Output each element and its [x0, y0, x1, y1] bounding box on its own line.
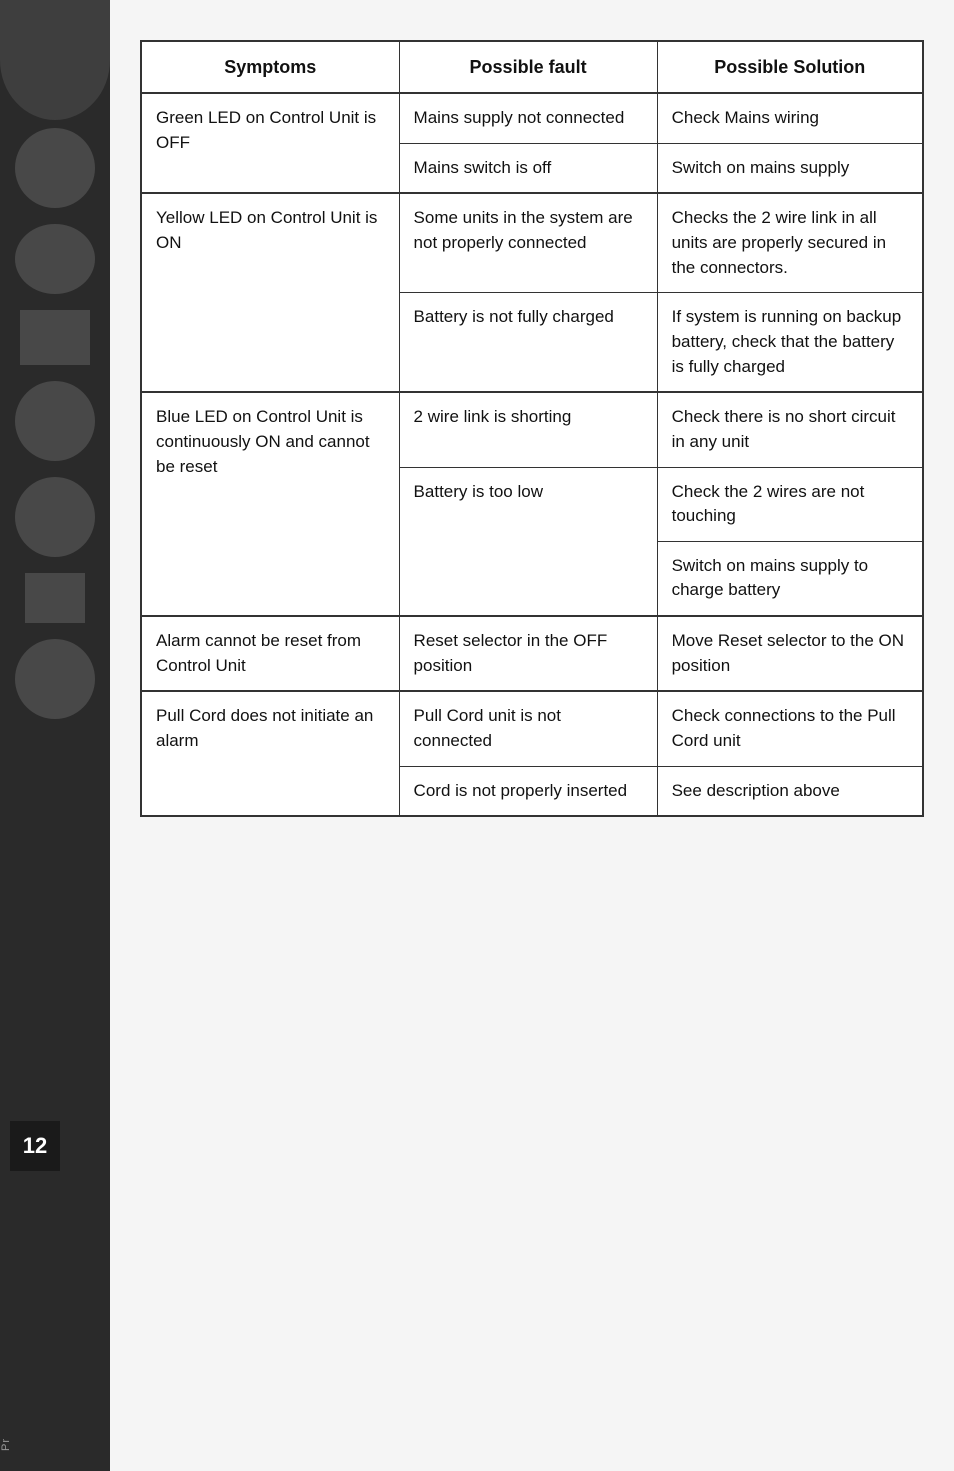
table-row: Pull Cord does not initiate an alarm Pul… — [141, 691, 923, 766]
solution-check-mains: Check Mains wiring — [657, 93, 923, 143]
table-header-row: Symptoms Possible fault Possible Solutio… — [141, 41, 923, 93]
fault-wire-shorting: 2 wire link is shorting — [399, 392, 657, 467]
solution-wires-not-touching: Check the 2 wires are not touching — [657, 467, 923, 541]
header-solution: Possible Solution — [657, 41, 923, 93]
fault-units-not-connected: Some units in the system are not properl… — [399, 193, 657, 292]
table-row: Blue LED on Control Unit is continuously… — [141, 392, 923, 467]
page-number: 12 — [10, 1121, 60, 1171]
sidebar-decoration — [0, 0, 110, 1471]
main-content: Symptoms Possible fault Possible Solutio… — [110, 0, 954, 1471]
fault-mains-not-connected: Mains supply not connected — [399, 93, 657, 143]
sidebar: 12 Pr — [0, 0, 110, 1471]
solution-switch-mains: Switch on mains supply — [657, 143, 923, 193]
sidebar-text: Pr — [0, 1438, 12, 1451]
fault-mains-switch-off: Mains switch is off — [399, 143, 657, 193]
symptom-yellow-led: Yellow LED on Control Unit is ON — [141, 193, 399, 392]
solution-check-wire-link: Checks the 2 wire link in all units are … — [657, 193, 923, 292]
symptom-pull-cord: Pull Cord does not initiate an alarm — [141, 691, 399, 816]
solution-check-pull-cord: Check connections to the Pull Cord unit — [657, 691, 923, 766]
header-symptoms: Symptoms — [141, 41, 399, 93]
table-row: Alarm cannot be reset from Control Unit … — [141, 616, 923, 691]
symptom-green-led: Green LED on Control Unit is OFF — [141, 93, 399, 193]
solution-see-description: See description above — [657, 766, 923, 816]
solution-check-battery: If system is running on backup battery, … — [657, 293, 923, 392]
solution-reset-on: Move Reset selector to the ON position — [657, 616, 923, 691]
fault-cord-not-inserted: Cord is not properly inserted — [399, 766, 657, 816]
symptom-alarm-reset: Alarm cannot be reset from Control Unit — [141, 616, 399, 691]
solution-no-short-circuit: Check there is no short circuit in any u… — [657, 392, 923, 467]
fault-battery-low: Battery is too low — [399, 467, 657, 616]
table-row: Green LED on Control Unit is OFF Mains s… — [141, 93, 923, 143]
fault-battery-not-charged: Battery is not fully charged — [399, 293, 657, 392]
table-row: Yellow LED on Control Unit is ON Some un… — [141, 193, 923, 292]
fault-reset-off: Reset selector in the OFF position — [399, 616, 657, 691]
troubleshooting-table: Symptoms Possible fault Possible Solutio… — [140, 40, 924, 817]
header-fault: Possible fault — [399, 41, 657, 93]
fault-pull-cord-not-connected: Pull Cord unit is not connected — [399, 691, 657, 766]
symptom-blue-led: Blue LED on Control Unit is continuously… — [141, 392, 399, 616]
page-container: 12 Pr Symptoms Possible fault Possible S… — [0, 0, 954, 1471]
solution-charge-battery: Switch on mains supply to charge battery — [657, 541, 923, 616]
